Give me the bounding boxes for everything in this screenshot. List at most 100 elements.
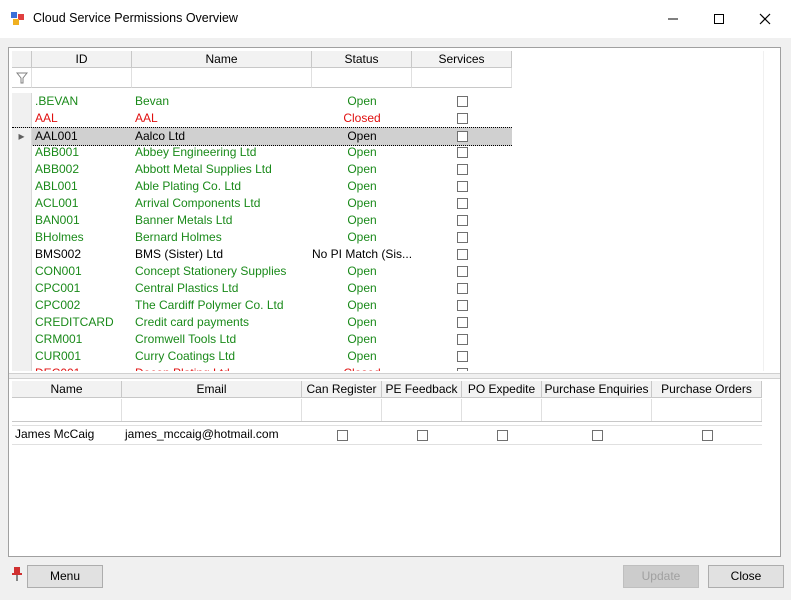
- table-row[interactable]: AAL AAL Closed: [12, 110, 512, 127]
- account-id-cell[interactable]: DEC001: [32, 365, 132, 371]
- contact-name-cell[interactable]: James McCaig: [12, 426, 122, 444]
- table-row[interactable]: DEC001Decon Plating LtdClosed: [12, 365, 512, 371]
- account-status-cell[interactable]: Open: [312, 263, 412, 280]
- column-header-contact-name[interactable]: Name: [12, 381, 122, 398]
- column-header-id[interactable]: ID: [32, 51, 132, 68]
- account-id-cell[interactable]: CRM001: [32, 331, 132, 348]
- table-row[interactable]: BAN001 Banner Metals Ltd Open: [12, 212, 512, 229]
- account-status-cell[interactable]: Open: [312, 195, 412, 212]
- window-close-button[interactable]: [742, 0, 788, 38]
- row-selector[interactable]: [12, 331, 32, 348]
- account-id-cell[interactable]: ABB002: [32, 161, 132, 178]
- account-status-cell[interactable]: Open: [312, 314, 412, 331]
- account-id-cell[interactable]: CPC001: [32, 280, 132, 297]
- services-checkbox[interactable]: [412, 161, 512, 178]
- filter-services-input[interactable]: [412, 68, 512, 88]
- table-row[interactable]: .BEVAN Bevan Open: [12, 93, 512, 110]
- account-id-cell[interactable]: ABB001: [32, 144, 132, 161]
- account-name-cell[interactable]: Able Plating Co. Ltd: [132, 178, 312, 195]
- pe-feedback-checkbox[interactable]: [382, 426, 462, 444]
- account-status-cell[interactable]: Open: [312, 212, 412, 229]
- services-checkbox[interactable]: [412, 365, 512, 371]
- account-name-cell[interactable]: Decon Plating Ltd: [132, 365, 312, 371]
- filter-contact-name-input[interactable]: [12, 399, 122, 421]
- row-selector[interactable]: [12, 110, 32, 127]
- services-checkbox[interactable]: [412, 195, 512, 212]
- row-selector[interactable]: [12, 161, 32, 178]
- table-row[interactable]: ABB002 Abbott Metal Supplies Ltd Open: [12, 161, 512, 178]
- services-checkbox[interactable]: [412, 297, 512, 314]
- account-name-cell[interactable]: Bernard Holmes: [132, 229, 312, 246]
- services-checkbox[interactable]: [412, 229, 512, 246]
- account-status-cell[interactable]: Closed: [312, 110, 412, 127]
- account-id-cell[interactable]: AAL001: [32, 128, 132, 145]
- filter-name-input[interactable]: [132, 68, 312, 88]
- services-checkbox[interactable]: [412, 331, 512, 348]
- services-checkbox[interactable]: [412, 110, 512, 127]
- account-id-cell[interactable]: ABL001: [32, 178, 132, 195]
- splitter[interactable]: [9, 373, 780, 379]
- row-selector[interactable]: [12, 229, 32, 246]
- account-status-cell[interactable]: Open: [312, 348, 412, 365]
- services-checkbox[interactable]: [412, 178, 512, 195]
- column-header-po-expedite[interactable]: PO Expedite: [462, 381, 542, 398]
- row-selector[interactable]: [12, 212, 32, 229]
- row-selector[interactable]: [12, 178, 32, 195]
- row-selector[interactable]: [12, 246, 32, 263]
- services-checkbox[interactable]: [412, 144, 512, 161]
- services-checkbox[interactable]: [412, 212, 512, 229]
- account-status-cell[interactable]: Open: [312, 331, 412, 348]
- scroll-up-icon[interactable]: ▲: [763, 51, 764, 68]
- table-row[interactable]: CRM001 Cromwell Tools Ltd Open: [12, 331, 512, 348]
- account-status-cell[interactable]: Open: [312, 128, 412, 145]
- purchase-enquiries-checkbox[interactable]: [542, 426, 652, 444]
- account-id-cell[interactable]: .BEVAN: [32, 93, 132, 110]
- account-id-cell[interactable]: CUR001: [32, 348, 132, 365]
- services-checkbox[interactable]: [412, 93, 512, 110]
- account-name-cell[interactable]: Bevan: [132, 93, 312, 110]
- table-row[interactable]: BMS002 BMS (Sister) Ltd No PI Match (Sis..…: [12, 246, 512, 263]
- account-id-cell[interactable]: ACL001: [32, 195, 132, 212]
- filter-id-input[interactable]: [32, 68, 132, 88]
- row-selector[interactable]: [12, 365, 32, 371]
- services-checkbox[interactable]: [412, 280, 512, 297]
- update-button[interactable]: Update: [623, 565, 699, 588]
- table-row[interactable]: CPC002 The Cardiff Polymer Co. Ltd Open: [12, 297, 512, 314]
- current-row-indicator-icon[interactable]: ▸: [12, 128, 32, 145]
- filter-po-expedite-input[interactable]: [462, 399, 542, 421]
- filter-status-input[interactable]: [312, 68, 412, 88]
- pin-icon[interactable]: [10, 565, 24, 583]
- row-selector[interactable]: [12, 93, 32, 110]
- scroll-down-icon[interactable]: ▼: [763, 354, 764, 371]
- row-selector[interactable]: [12, 314, 32, 331]
- account-name-cell[interactable]: Abbott Metal Supplies Ltd: [132, 161, 312, 178]
- filter-can-register-input[interactable]: [302, 399, 382, 421]
- services-checkbox[interactable]: [412, 128, 512, 145]
- account-id-cell[interactable]: CREDITCARD: [32, 314, 132, 331]
- account-name-cell[interactable]: Credit card payments: [132, 314, 312, 331]
- maximize-button[interactable]: [696, 0, 742, 38]
- row-selector[interactable]: [12, 280, 32, 297]
- account-status-cell[interactable]: Open: [312, 144, 412, 161]
- can-register-checkbox[interactable]: [302, 426, 382, 444]
- row-selector[interactable]: [12, 195, 32, 212]
- table-row[interactable]: ACL001 Arrival Components Ltd Open: [12, 195, 512, 212]
- account-name-cell[interactable]: Cromwell Tools Ltd: [132, 331, 312, 348]
- table-row[interactable]: CPC001 Central Plastics Ltd Open: [12, 280, 512, 297]
- services-checkbox[interactable]: [412, 348, 512, 365]
- table-row[interactable]: ABL001 Able Plating Co. Ltd Open: [12, 178, 512, 195]
- account-name-cell[interactable]: Central Plastics Ltd: [132, 280, 312, 297]
- close-button[interactable]: Close: [708, 565, 784, 588]
- filter-icon[interactable]: [12, 68, 32, 88]
- account-status-cell[interactable]: Open: [312, 229, 412, 246]
- account-status-cell[interactable]: No PI Match (Sis...: [312, 246, 412, 263]
- account-status-cell[interactable]: Closed: [312, 365, 412, 371]
- table-row[interactable]: CREDITCARD Credit card payments Open: [12, 314, 512, 331]
- account-name-cell[interactable]: Aalco Ltd: [132, 128, 312, 145]
- column-header-purchase-enquiries[interactable]: Purchase Enquiries: [542, 381, 652, 398]
- account-id-cell[interactable]: AAL: [32, 110, 132, 127]
- services-checkbox[interactable]: [412, 263, 512, 280]
- column-header-services[interactable]: Services: [412, 51, 512, 68]
- accounts-vertical-scrollbar[interactable]: ▲ ▼: [763, 51, 764, 371]
- account-status-cell[interactable]: Open: [312, 297, 412, 314]
